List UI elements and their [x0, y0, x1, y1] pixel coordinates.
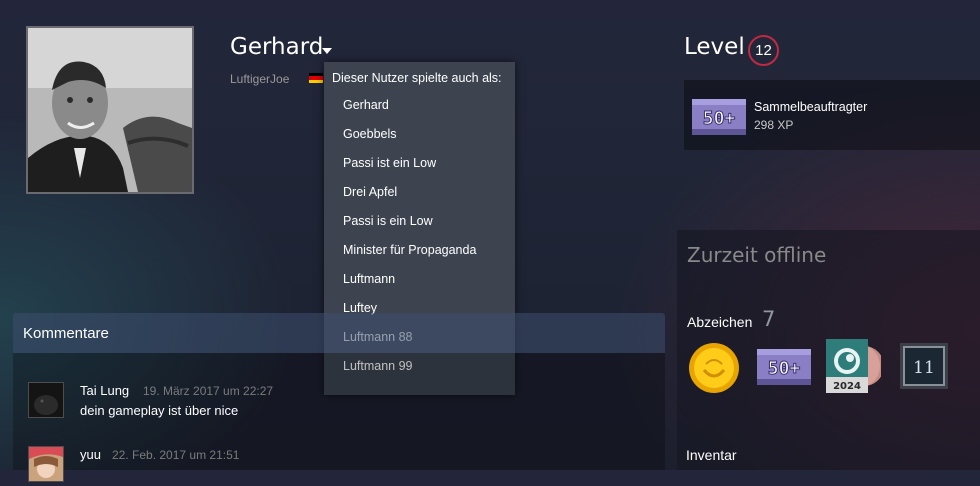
- steam-2024-text: 2024: [833, 381, 861, 392]
- years-of-service-text: 11: [913, 358, 935, 378]
- persona-name: Gerhard: [230, 34, 324, 60]
- alias-history-caret-icon[interactable]: [322, 48, 332, 54]
- 50-plus-icon[interactable]: 50+: [757, 349, 811, 385]
- years-of-service-icon[interactable]: 11: [900, 343, 948, 389]
- alias-item[interactable]: Passi is ein Low: [324, 213, 515, 242]
- dark-creature-avatar-icon: [29, 383, 63, 417]
- comment-text: dein gameplay ist über nice: [80, 403, 239, 418]
- real-name: LuftigerJoe: [230, 72, 290, 86]
- comments-title: Kommentare: [23, 325, 109, 342]
- level-badge[interactable]: 12: [748, 35, 779, 66]
- 50-plus-text: 50+: [768, 358, 801, 379]
- alias-item[interactable]: Goebbels: [324, 126, 515, 155]
- online-status: Zurzeit offline: [687, 243, 827, 267]
- germany-flag-icon: [309, 73, 323, 83]
- comment-avatar[interactable]: [28, 446, 64, 482]
- 50-plus-badge-text: 50+: [703, 108, 736, 129]
- anime-avatar-icon: [29, 447, 63, 481]
- alias-item[interactable]: Gerhard: [324, 97, 515, 126]
- favorite-badge-name: Sammelbeauftragter: [754, 100, 868, 114]
- comment-author[interactable]: Tai Lung: [80, 383, 129, 398]
- comment-avatar[interactable]: [28, 382, 64, 418]
- steam-2024-icon[interactable]: 2024: [826, 339, 881, 393]
- profile-avatar: [26, 26, 194, 194]
- inventory-link[interactable]: Inventar: [686, 447, 737, 463]
- badges-link[interactable]: Abzeichen: [687, 314, 752, 330]
- comment-timestamp: 19. März 2017 um 22:27: [143, 384, 274, 398]
- alias-history-title: Dieser Nutzer spielte auch als:: [332, 71, 502, 85]
- avatar-photo: [28, 28, 192, 192]
- gold-medal-icon[interactable]: [688, 342, 740, 394]
- comments-header: Kommentare: [13, 313, 665, 353]
- alias-item[interactable]: Passi ist ein Low: [324, 155, 515, 184]
- comment-timestamp: 22. Feb. 2017 um 21:51: [112, 448, 240, 462]
- favorite-badge[interactable]: 50+ Sammelbeauftragter 298 XP: [684, 80, 980, 150]
- alias-item[interactable]: Minister für Propaganda: [324, 242, 515, 271]
- alias-item[interactable]: Drei Apfel: [324, 184, 515, 213]
- alias-item[interactable]: Luftmann: [324, 271, 515, 300]
- badges-count[interactable]: 7: [762, 307, 775, 331]
- comment-author[interactable]: yuu: [80, 447, 101, 462]
- favorite-badge-xp: 298 XP: [754, 118, 794, 132]
- 50-plus-badge-icon: 50+: [692, 99, 746, 135]
- level-label: Level: [684, 34, 745, 60]
